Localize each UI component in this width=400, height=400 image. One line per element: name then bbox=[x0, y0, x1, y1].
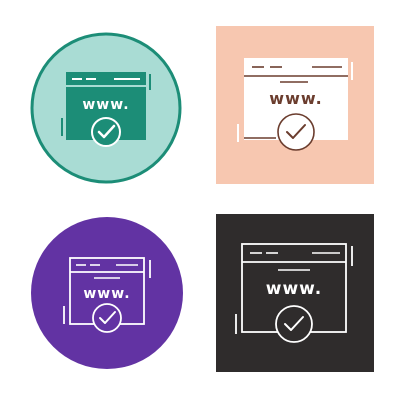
website-verified-icon: www. bbox=[30, 32, 182, 184]
url-text: www. bbox=[83, 286, 130, 302]
url-text: www. bbox=[266, 279, 323, 299]
icon-variant-purple-circle: www. bbox=[28, 214, 186, 372]
icon-variant-peach-square: www. bbox=[216, 26, 374, 184]
website-verified-icon: www. bbox=[216, 214, 374, 372]
website-verified-icon: www. bbox=[31, 217, 183, 369]
website-verified-icon: www. bbox=[216, 26, 374, 184]
url-text: www. bbox=[269, 89, 322, 108]
icon-variant-dark-square: www. bbox=[216, 214, 374, 372]
icon-variant-teal-circle: www. bbox=[28, 30, 184, 186]
url-text: www. bbox=[82, 97, 129, 113]
